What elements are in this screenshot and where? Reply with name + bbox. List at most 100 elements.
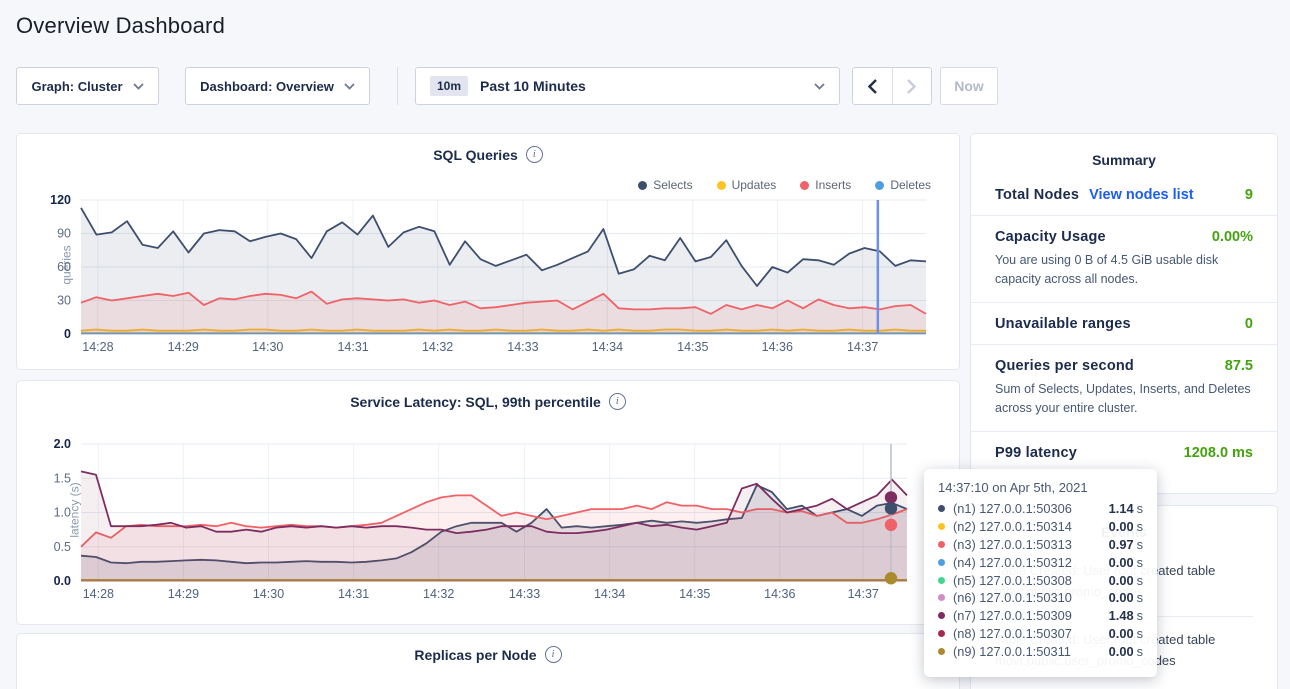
series-color-dot-icon xyxy=(938,648,945,655)
x-tick-label: 14:34 xyxy=(592,340,623,354)
summary-row: Total NodesView nodes list9 xyxy=(971,174,1277,215)
hover-value-dot xyxy=(885,491,897,503)
tooltip-node-address: (n4) 127.0.0.1:50312 xyxy=(953,555,1109,570)
tooltip-value-unit: s xyxy=(1137,590,1143,605)
x-tick-label: 14:32 xyxy=(422,340,453,354)
previous-range-button[interactable] xyxy=(853,68,892,104)
summary-row-description: Sum of Selects, Updates, Inserts, and De… xyxy=(995,380,1253,419)
sql-queries-chart[interactable]: 030609012014:2814:2914:3014:3114:3214:33… xyxy=(17,134,961,371)
next-range-button[interactable] xyxy=(892,68,932,104)
chevron-down-icon xyxy=(133,83,144,90)
y-tick-label: 0 xyxy=(64,327,71,341)
x-tick-label: 14:31 xyxy=(337,340,368,354)
summary-row: Queries per second87.5Sum of Selects, Up… xyxy=(971,344,1277,431)
y-tick-label: 60 xyxy=(57,260,71,274)
tooltip-value-unit: s xyxy=(1137,501,1143,516)
sql-queries-panel: SQL Queries i SelectsUpdatesInsertsDelet… xyxy=(16,133,960,370)
summary-row-label: Queries per second xyxy=(995,358,1134,374)
x-tick-label: 14:36 xyxy=(762,340,793,354)
series-color-dot-icon xyxy=(938,577,945,584)
summary-row-label: Unavailable ranges xyxy=(995,316,1131,332)
tooltip-node-value: 0.00 xyxy=(1109,519,1134,534)
replicas-per-node-panel: Replicas per Node i xyxy=(16,633,960,689)
tooltip-node-row: (n3) 127.0.0.1:503130.97s xyxy=(938,536,1143,554)
tooltip-node-row: (n2) 127.0.0.1:503140.00s xyxy=(938,518,1143,536)
x-tick-label: 14:32 xyxy=(423,587,454,601)
tooltip-value-unit: s xyxy=(1137,626,1143,641)
tooltip-value-unit: s xyxy=(1137,555,1143,570)
summary-panel: Summary Total NodesView nodes list9Capac… xyxy=(970,133,1278,494)
summary-title: Summary xyxy=(971,134,1277,168)
time-range-badge: 10m xyxy=(430,76,468,96)
service-latency-chart[interactable]: 0.00.51.01.52.014:2814:2914:3014:3114:32… xyxy=(17,381,961,626)
tooltip-node-address: (n2) 127.0.0.1:50314 xyxy=(953,519,1109,534)
x-tick-label: 14:37 xyxy=(847,340,878,354)
x-tick-label: 14:36 xyxy=(764,587,795,601)
tooltip-node-value: 0.00 xyxy=(1109,555,1134,570)
tooltip-node-value: 0.00 xyxy=(1109,626,1134,641)
tooltip-node-address: (n7) 127.0.0.1:50309 xyxy=(953,608,1109,623)
tooltip-node-row: (n1) 127.0.0.1:503061.14s xyxy=(938,500,1143,518)
y-tick-label: 90 xyxy=(57,227,71,241)
summary-row: Capacity Usage0.00%You are using 0 B of … xyxy=(971,215,1277,302)
chevron-right-icon xyxy=(907,79,916,94)
graph-dropdown[interactable]: Graph: Cluster xyxy=(16,67,159,105)
summary-row-label: P99 latency xyxy=(995,445,1077,461)
y-tick-label: 2.0 xyxy=(54,437,71,451)
hover-value-dot xyxy=(885,519,897,531)
time-range-dropdown[interactable]: 10m Past 10 Minutes xyxy=(415,67,840,105)
series-color-dot-icon xyxy=(938,505,945,512)
series-color-dot-icon xyxy=(938,559,945,566)
tooltip-node-address: (n9) 127.0.0.1:50311 xyxy=(953,644,1109,659)
x-tick-label: 14:30 xyxy=(253,587,284,601)
tooltip-timestamp: 14:37:10 on Apr 5th, 2021 xyxy=(938,480,1143,495)
y-tick-label: 120 xyxy=(50,193,71,207)
x-tick-label: 14:31 xyxy=(338,587,369,601)
now-button[interactable]: Now xyxy=(940,67,998,105)
tooltip-node-row: (n4) 127.0.0.1:503120.00s xyxy=(938,553,1143,571)
tooltip-node-address: (n5) 127.0.0.1:50308 xyxy=(953,573,1109,588)
tooltip-node-address: (n8) 127.0.0.1:50307 xyxy=(953,626,1109,641)
summary-row-label: Capacity Usage xyxy=(995,229,1106,245)
tooltip-node-value: 0.00 xyxy=(1109,573,1134,588)
time-range-label: Past 10 Minutes xyxy=(480,78,802,94)
view-nodes-list-link[interactable]: View nodes list xyxy=(1089,187,1194,203)
x-tick-label: 14:34 xyxy=(594,587,625,601)
dashboard-dropdown[interactable]: Dashboard: Overview xyxy=(185,67,370,105)
tooltip-node-value: 1.14 xyxy=(1109,501,1134,516)
series-color-dot-icon xyxy=(938,541,945,548)
summary-row-value: 0 xyxy=(1245,316,1253,332)
chevron-left-icon xyxy=(868,79,877,94)
tooltip-value-unit: s xyxy=(1137,608,1143,623)
tooltip-node-value: 1.48 xyxy=(1109,608,1134,623)
x-tick-label: 14:30 xyxy=(252,340,283,354)
graph-dropdown-label: Graph: Cluster xyxy=(31,79,122,94)
y-tick-label: 0.5 xyxy=(54,540,71,554)
hover-value-dot xyxy=(885,572,897,584)
chart-hover-tooltip: 14:37:10 on Apr 5th, 2021 (n1) 127.0.0.1… xyxy=(924,469,1157,677)
x-tick-label: 14:35 xyxy=(679,587,710,601)
tooltip-value-unit: s xyxy=(1137,644,1143,659)
x-tick-label: 14:33 xyxy=(509,587,540,601)
hover-value-dot xyxy=(885,502,897,514)
series-color-dot-icon xyxy=(938,630,945,637)
service-latency-panel: Service Latency: SQL, 99th percentile i … xyxy=(16,380,960,625)
tooltip-node-address: (n1) 127.0.0.1:50306 xyxy=(953,501,1109,516)
x-tick-label: 14:29 xyxy=(168,340,199,354)
x-tick-label: 14:37 xyxy=(848,587,879,601)
time-step-buttons xyxy=(852,67,932,105)
y-tick-label: 1.5 xyxy=(54,471,71,485)
tooltip-node-address: (n3) 127.0.0.1:50313 xyxy=(953,537,1109,552)
info-icon[interactable]: i xyxy=(545,646,562,663)
tooltip-node-row: (n6) 127.0.0.1:503100.00s xyxy=(938,589,1143,607)
y-tick-label: 0.0 xyxy=(54,574,71,588)
series-color-dot-icon xyxy=(938,612,945,619)
x-tick-label: 14:28 xyxy=(82,340,113,354)
tooltip-value-unit: s xyxy=(1137,519,1143,534)
tooltip-node-row: (n5) 127.0.0.1:503080.00s xyxy=(938,571,1143,589)
page-title: Overview Dashboard xyxy=(16,13,225,39)
tooltip-value-unit: s xyxy=(1137,537,1143,552)
x-tick-label: 14:33 xyxy=(507,340,538,354)
summary-row-value: 1208.0 ms xyxy=(1184,445,1253,461)
summary-row-label: Total Nodes xyxy=(995,187,1079,203)
